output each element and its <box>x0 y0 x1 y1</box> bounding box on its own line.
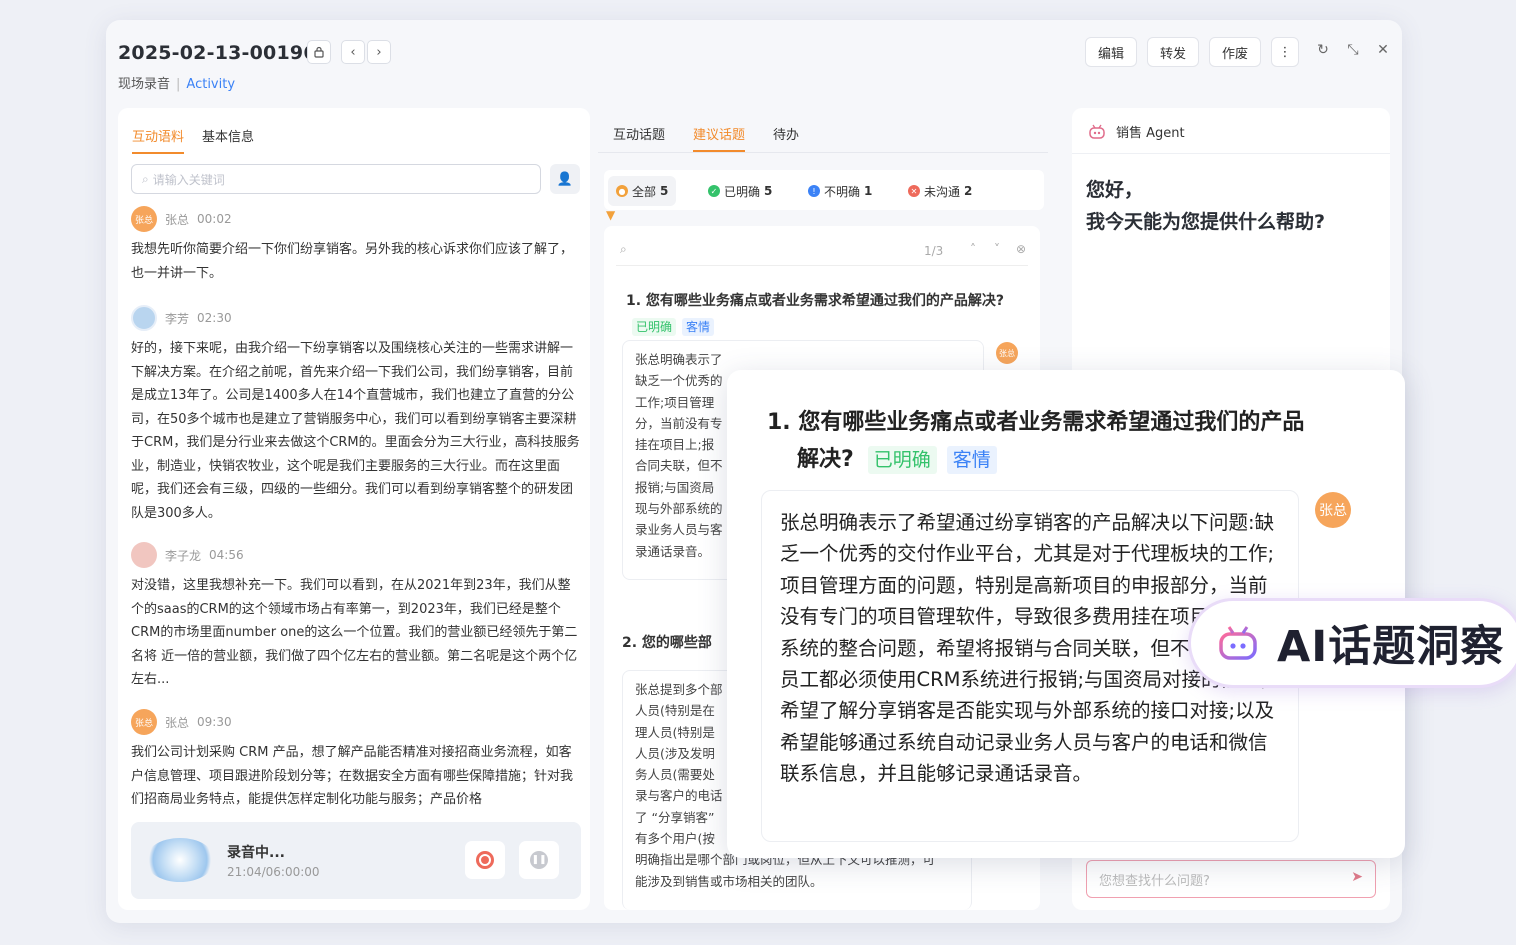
chevron-right-icon[interactable]: › <box>367 40 391 64</box>
message-item: 李子龙 04:56 对没错，这里我想补充一下。我们可以看到，在从2021年到23年… <box>131 542 583 692</box>
void-button[interactable]: 作废 <box>1209 37 1262 67</box>
chevron-down-icon[interactable]: ˅ <box>994 242 1000 256</box>
record-stop-button[interactable] <box>465 841 505 879</box>
topic-tabs: 互动话题 建议话题 待办 <box>613 124 799 152</box>
agent-header: 销售 Agent <box>1088 122 1185 141</box>
tab-interaction-corpus[interactable]: 互动语料 <box>132 126 185 154</box>
agent-title: 销售 Agent <box>1116 126 1185 141</box>
message-text: 对没错，这里我想补充一下。我们可以看到，在从2021年到23年，我们从整个的sa… <box>131 578 578 687</box>
more-icon[interactable]: ⋮ <box>1271 37 1299 67</box>
chevron-left-icon[interactable]: ‹ <box>341 40 365 64</box>
edit-button[interactable]: 编辑 <box>1085 37 1138 67</box>
chevron-up-icon[interactable]: ˄ <box>970 242 976 256</box>
collapse-icon[interactable]: ⤡ <box>1344 42 1362 58</box>
speaker: 李芳 <box>165 311 190 326</box>
breadcrumb: 现场录音 | Activity <box>118 77 236 92</box>
agent-input[interactable]: 您想查找什么问题? ➤ <box>1086 860 1376 898</box>
speaker: 李子龙 <box>165 548 202 563</box>
message-text: 我想先听你简要介绍一下你们纷享销客。另外我的核心诉求你们应该了解了，也一并讲一下… <box>131 242 574 281</box>
message-item: 李芳 02:30 好的，接下来呢，由我介绍一下纷享销客以及围绕核心关注的一些需求讲… <box>131 305 583 525</box>
recording-status: 录音中... <box>227 845 285 861</box>
transcript-panel: 互动语料 基本信息 ⌕ 请输入关键词 👤 张总 张总 00:02 我想先听你简要介绍… <box>118 108 590 910</box>
lock-icon[interactable] <box>307 40 331 64</box>
chat-icon: ● <box>616 185 628 197</box>
tag-clear: 已明确 <box>867 446 937 474</box>
filter-all[interactable]: ● 全部 5 <box>608 176 677 206</box>
avatar: 张总 <box>131 709 157 735</box>
page-title: 2025-02-13-001960 <box>118 42 331 64</box>
avatar <box>131 542 157 568</box>
pause-button[interactable]: ❚❚ <box>519 841 559 879</box>
check-icon: ✓ <box>708 185 720 197</box>
timestamp[interactable]: 04:56 <box>209 548 244 562</box>
clear-icon[interactable]: ⊗ <box>1016 242 1026 256</box>
message-item: 张总 张总 09:30 我们公司计划采购 CRM 产品，想了解产品能否精准对接招商业… <box>131 709 583 815</box>
search-input[interactable]: ⌕ 请输入关键词 <box>131 164 541 194</box>
timestamp[interactable]: 09:30 <box>197 715 232 729</box>
tab-suggested-topics[interactable]: 建议话题 <box>693 124 746 152</box>
funnel-icon[interactable]: ▼ <box>606 208 615 222</box>
info-icon: ! <box>808 185 820 197</box>
speaker: 张总 <box>165 715 190 730</box>
badge-label: AI话题洞察 <box>1277 622 1505 672</box>
audio-wave-icon <box>145 838 215 882</box>
filter-clear[interactable]: ✓ 已明确 5 <box>700 176 780 206</box>
robot-icon <box>1089 124 1105 139</box>
timestamp[interactable]: 02:30 <box>197 311 232 325</box>
agent-greeting: 您好， 我今天能为您提供什么帮助? <box>1086 179 1326 233</box>
speaker: 张总 <box>165 212 190 227</box>
tab-basic-info[interactable]: 基本信息 <box>202 126 254 154</box>
search-icon: ⌕ <box>620 242 627 256</box>
forward-button[interactable]: 转发 <box>1147 37 1200 67</box>
avatar <box>131 305 157 331</box>
tag-category: 客情 <box>682 318 715 336</box>
recording-bar: 录音中... 21:04/06:00:00 ❚❚ <box>131 822 581 899</box>
pager: 1/3 <box>924 244 944 258</box>
filter-unclear[interactable]: ! 不明确 1 <box>800 176 880 206</box>
pause-icon: ❚❚ <box>530 851 548 869</box>
topic-search[interactable]: ⌕ 1/3 ˄ ˅ ⊗ <box>616 238 1028 266</box>
avatar: 张总 <box>996 342 1018 364</box>
x-icon: ✕ <box>908 185 920 197</box>
message-item: 张总 张总 00:02 我想先听你简要介绍一下你们纷享销客。另外我的核心诉求你们应该… <box>131 206 583 285</box>
record-type: 现场录音 <box>118 77 171 92</box>
avatar: 张总 <box>1315 492 1351 528</box>
activity-tag[interactable]: Activity <box>186 77 235 92</box>
recording-time: 21:04/06:00:00 <box>227 865 320 879</box>
ai-topic-insight-badge: AI话题洞察 <box>1188 598 1516 688</box>
filter-not-communicated[interactable]: ✕ 未沟通 2 <box>900 176 980 206</box>
tab-todo[interactable]: 待办 <box>773 124 799 152</box>
send-icon[interactable]: ➤ <box>1351 869 1363 885</box>
topic-title[interactable]: 1. 您有哪些业务痛点或者业务需求希望通过我们的产品解决?已明确 客情 <box>626 288 1026 340</box>
message-text: 我们公司计划采购 CRM 产品，想了解产品能否精准对接招商业务流程，如客户信息管… <box>131 745 574 807</box>
avatar: 张总 <box>131 206 157 232</box>
speaker-filter-icon[interactable]: 👤 <box>550 164 580 194</box>
tab-interaction-topics[interactable]: 互动话题 <box>613 124 665 152</box>
transcript-tabs: 互动语料 基本信息 <box>132 126 254 154</box>
refresh-icon[interactable]: ↻ <box>1314 42 1332 58</box>
close-icon[interactable]: ✕ <box>1374 42 1392 58</box>
tag-clear: 已明确 <box>632 318 677 336</box>
timestamp[interactable]: 00:02 <box>197 212 232 226</box>
record-icon <box>476 851 494 869</box>
status-filters: ● 全部 5 ✓ 已明确 5 ! 不明确 1 ✕ 未沟通 2 <box>604 170 1044 210</box>
robot-icon <box>1219 626 1257 660</box>
search-placeholder: 请输入关键词 <box>152 172 225 187</box>
message-text: 好的，接下来呢，由我介绍一下纷享销客以及围绕核心关注的一些需求讲解一下解决方案。… <box>131 341 580 521</box>
popup-topic-title: 1. 您有哪些业务痛点或者业务需求希望通过我们的产品 解决? 已明确 客情 <box>767 410 1305 474</box>
tag-category: 客情 <box>946 446 997 474</box>
search-icon: ⌕ <box>142 171 149 186</box>
